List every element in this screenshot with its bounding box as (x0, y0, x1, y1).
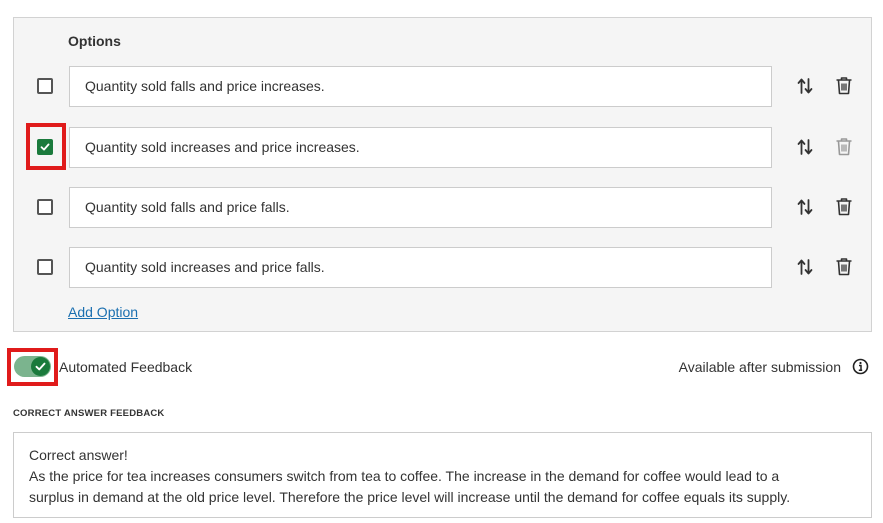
option-row: Quantity sold falls and price increases. (14, 66, 871, 107)
availability-text: Available after submission (678, 359, 841, 375)
feedback-line: As the price for tea increases consumers… (29, 468, 780, 484)
options-heading: Options (68, 33, 121, 49)
highlight-toggle (7, 348, 58, 386)
correct-answer-feedback-field[interactable]: Correct answer! As the price for tea inc… (13, 432, 872, 518)
option-text-input[interactable]: Quantity sold falls and price increases. (69, 66, 772, 107)
option-checkbox[interactable] (37, 199, 53, 215)
option-text-input[interactable]: Quantity sold increases and price increa… (69, 127, 772, 168)
option-row: Quantity sold increases and price increa… (14, 127, 871, 168)
option-row: Quantity sold falls and price falls. (14, 187, 871, 228)
feedback-line: Correct answer! (29, 447, 128, 463)
trash-icon[interactable] (835, 197, 853, 216)
highlight-checked-option (26, 123, 66, 170)
automated-feedback-label: Automated Feedback (59, 359, 193, 375)
trash-icon[interactable] (835, 76, 853, 95)
trash-icon[interactable] (835, 257, 853, 276)
reorder-arrows-icon[interactable] (797, 138, 813, 156)
correct-answer-feedback-heading: CORRECT ANSWER FEEDBACK (13, 408, 165, 419)
option-text-input[interactable]: Quantity sold increases and price falls. (69, 247, 772, 288)
reorder-arrows-icon[interactable] (797, 198, 813, 216)
options-panel: Options Quantity sold falls and price in… (13, 17, 872, 332)
trash-icon-disabled (836, 138, 852, 156)
option-text-input[interactable]: Quantity sold falls and price falls. (69, 187, 772, 228)
option-checkbox[interactable] (37, 78, 53, 94)
info-icon[interactable] (852, 358, 869, 375)
option-row: Quantity sold increases and price falls. (14, 247, 871, 288)
reorder-arrows-icon[interactable] (797, 258, 813, 276)
feedback-line: surplus in demand at the old price level… (29, 489, 791, 505)
reorder-arrows-icon[interactable] (797, 77, 813, 95)
option-checkbox[interactable] (37, 259, 53, 275)
add-option-link[interactable]: Add Option (68, 304, 138, 320)
